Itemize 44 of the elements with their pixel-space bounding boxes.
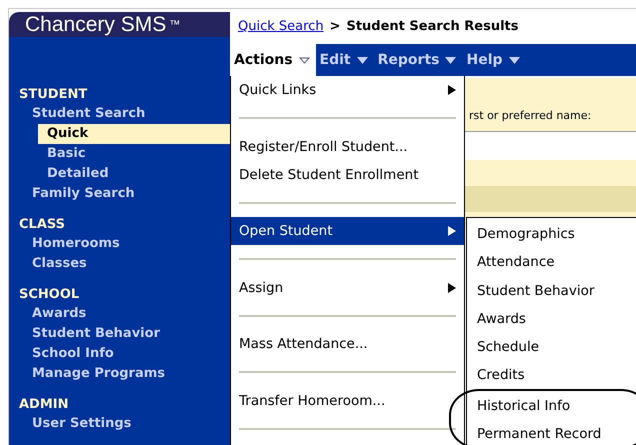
page-title: Student Search Results (346, 19, 518, 34)
menu-item[interactable]: Quick Links (231, 76, 464, 104)
submenu-item[interactable]: Demographics (467, 219, 636, 248)
dropdown-arrow-icon (356, 56, 368, 64)
submenu-item[interactable]: Schedule (467, 332, 636, 360)
menu-tab[interactable]: Help (462, 44, 526, 76)
sidebar-item[interactable]: User Settings (9, 414, 132, 434)
submenu-item[interactable]: Permanent Record (469, 419, 636, 445)
submenu-item[interactable]: Historical Info (469, 390, 636, 420)
menu-tab[interactable]: Edit (316, 44, 374, 76)
sidebar-heading: ADMIN (18, 396, 69, 414)
sidebar-item[interactable]: Student Search (9, 104, 146, 124)
sidebar-item[interactable]: Family Search (9, 184, 135, 204)
menu-item[interactable]: Open Student (231, 217, 464, 245)
sidebar-item[interactable]: Homerooms (9, 234, 120, 254)
dropdown-arrow-icon (508, 56, 520, 64)
app-logo: Chancery SMS$^{™}$ (9, 12, 230, 37)
menu-item[interactable]: Mass Attendance... (231, 330, 464, 358)
sidebar-subitem[interactable]: Basic (38, 144, 86, 164)
sidebar-heading: CLASS (18, 216, 66, 234)
menu-item[interactable]: Transfer Homeroom... (231, 386, 464, 414)
submenu-item[interactable]: Awards (467, 304, 636, 332)
sidebar-item[interactable]: Awards (9, 304, 86, 324)
sidebar-item[interactable]: Student Behavior (9, 324, 160, 344)
sidebar-item[interactable]: School Info (9, 344, 114, 364)
sidebar-heading: STUDENT (18, 86, 88, 104)
menu-item[interactable]: Delete Student Enrollment (231, 160, 464, 188)
breadcrumb-separator: > (330, 19, 340, 34)
menu-item[interactable]: Register/Enroll Student... (231, 132, 464, 160)
sidebar-item[interactable]: Classes (9, 254, 87, 274)
submenu-item[interactable]: Credits (467, 360, 636, 389)
menu-tab[interactable]: Actions (230, 44, 316, 76)
search-label: rst or preferred name: (469, 109, 592, 122)
submenu-item[interactable]: Attendance (467, 247, 636, 276)
sidebar-subitem[interactable]: Detailed (38, 164, 109, 184)
dropdown-arrow-icon (445, 56, 456, 64)
menu-tab[interactable]: Reports (374, 44, 462, 76)
breadcrumb-link[interactable]: Quick Search (238, 19, 324, 34)
menu-item[interactable]: Assign (231, 274, 464, 302)
sidebar-item[interactable]: Manage Programs (9, 364, 166, 384)
submenu-item[interactable]: Student Behavior (467, 276, 636, 304)
sidebar-subitem[interactable]: Quick (38, 124, 230, 144)
sidebar-heading: SCHOOL (18, 286, 80, 304)
dropdown-arrow-icon (298, 56, 310, 64)
